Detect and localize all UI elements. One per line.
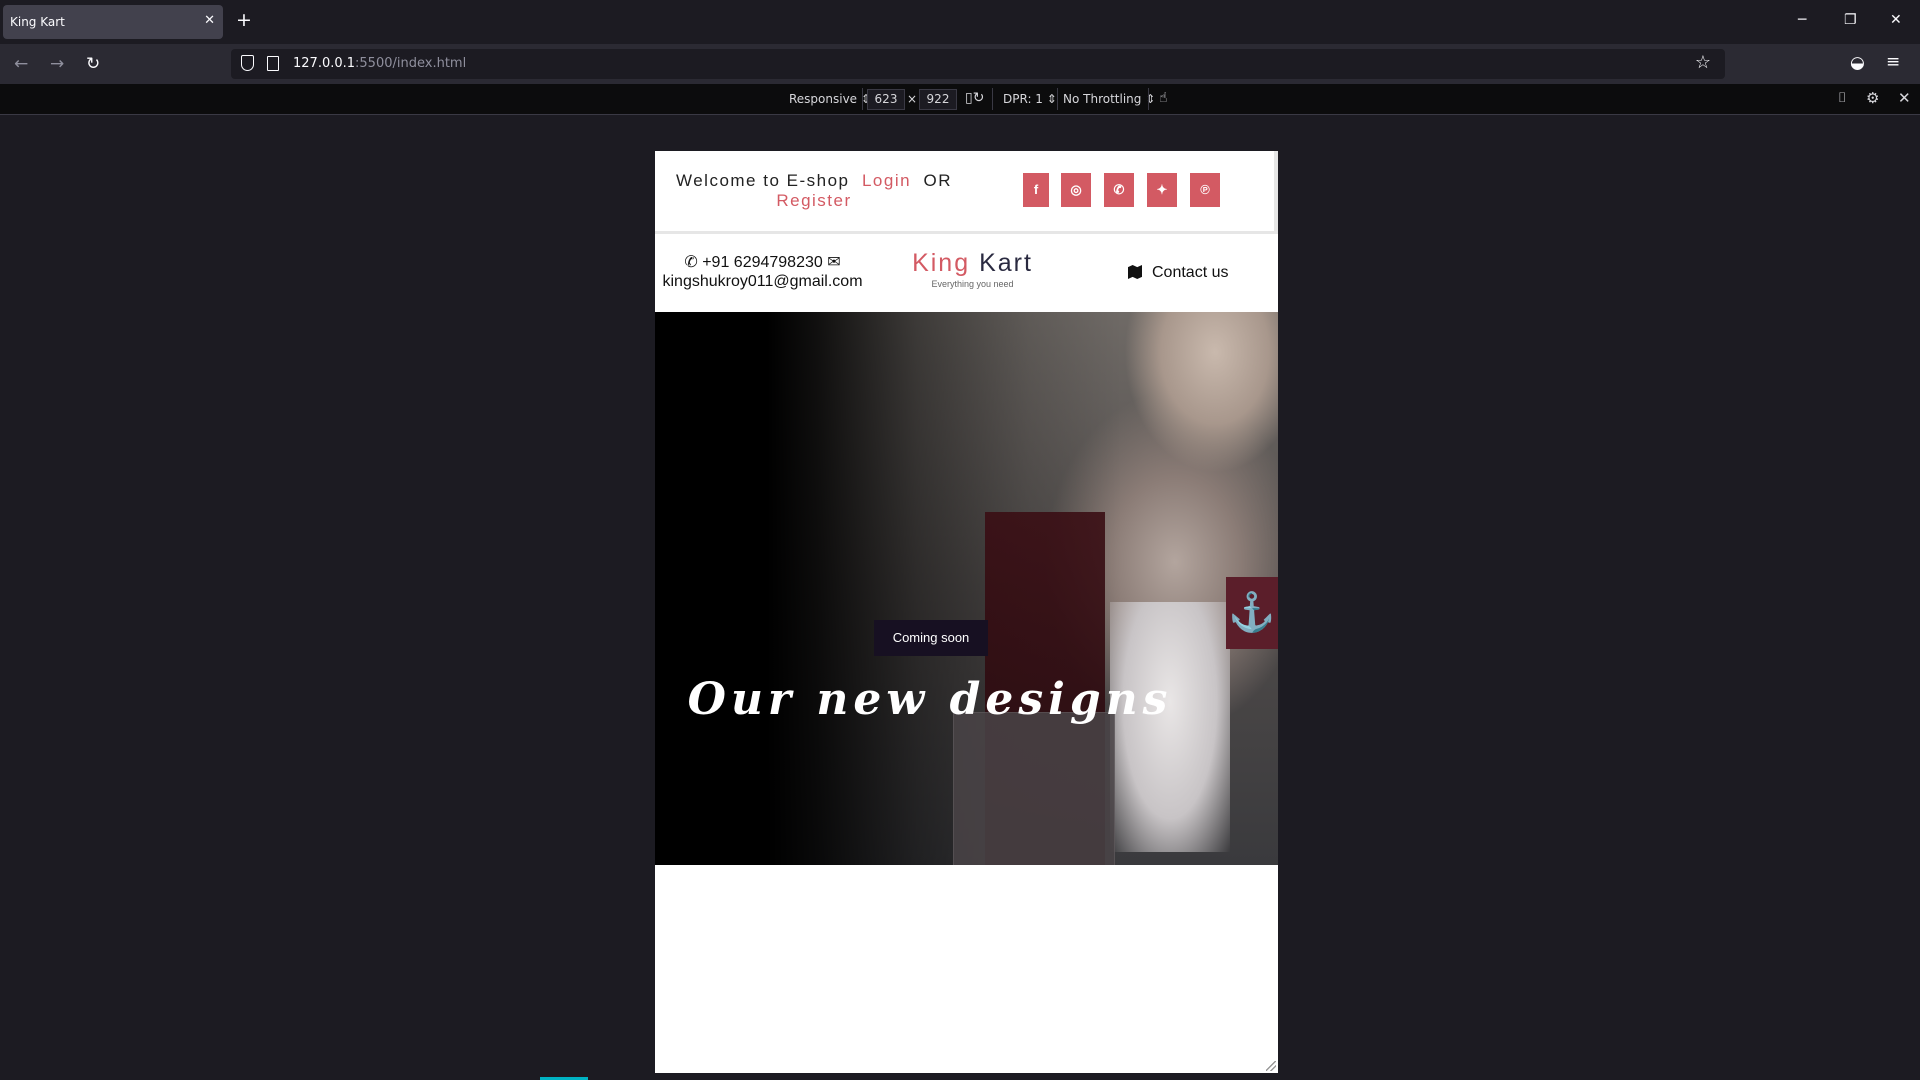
back-icon[interactable]: ←: [14, 54, 28, 74]
phone-icon: ✆: [684, 254, 698, 271]
settings-gear-icon[interactable]: ⚙: [1866, 89, 1879, 107]
url-text[interactable]: 127.0.0.1:5500/index.html: [293, 56, 466, 71]
shield-icon[interactable]: [241, 55, 254, 71]
brand-first-word: King: [912, 249, 971, 277]
contact-us-link[interactable]: Contact us: [1128, 264, 1228, 282]
email-address: kingshukroy011@gmail.com: [662, 273, 863, 290]
rotate-icon[interactable]: ▯↻: [965, 90, 984, 106]
welcome-message: Welcome to E-shop Login OR Register: [669, 171, 959, 211]
viewport-width-input[interactable]: 623: [867, 89, 905, 110]
hero-photo-shopping-bag: [953, 712, 1115, 865]
anchor-icon[interactable]: ⚓: [1226, 577, 1278, 649]
pocket-icon[interactable]: ◒: [1850, 53, 1865, 73]
touch-simulation-icon[interactable]: ☝: [1159, 90, 1168, 106]
responsive-design-toolbar: Responsive ⇕ 623 × 922 ▯↻ DPR: 1 ⇕ No Th…: [0, 84, 1920, 115]
toolbar-divider: [1057, 88, 1058, 110]
screenshot-icon[interactable]: ⌷: [1838, 90, 1846, 106]
brand-logo[interactable]: King Kart Everything you need: [890, 248, 1055, 289]
device-selector[interactable]: Responsive ⇕: [789, 92, 871, 106]
login-link[interactable]: Login: [862, 171, 911, 190]
forward-icon[interactable]: →: [50, 54, 64, 74]
tab-close-icon[interactable]: ✕: [204, 13, 215, 28]
phone-number: +91 6294798230: [702, 254, 823, 271]
resize-handle[interactable]: [1266, 1061, 1276, 1071]
whatsapp-icon[interactable]: ✆: [1104, 173, 1134, 207]
coming-soon-badge: Coming soon: [874, 620, 988, 656]
minimize-icon[interactable]: ─: [1798, 12, 1806, 28]
dpr-selector[interactable]: DPR: 1 ⇕: [1003, 92, 1057, 106]
tab-king-kart[interactable]: King Kart ✕: [3, 5, 223, 39]
hero-banner: Coming soon Our new designs ⚓: [655, 312, 1278, 865]
toolbar-divider: [862, 88, 863, 110]
url-path: :5500/index.html: [355, 56, 467, 71]
contact-info: ✆ +91 6294798230 ✉ kingshukroy011@gmail.…: [655, 253, 870, 291]
brand-tagline: Everything you need: [931, 279, 1014, 289]
toolbar-divider: [992, 88, 993, 110]
top-bar: Welcome to E-shop Login OR Register f ◎ …: [655, 151, 1278, 234]
contact-us-label: Contact us: [1152, 264, 1229, 281]
reload-icon[interactable]: ↻: [86, 54, 100, 74]
twitter-icon[interactable]: ✦: [1147, 173, 1177, 207]
url-host: 127.0.0.1: [293, 56, 356, 71]
tab-title: King Kart: [10, 15, 65, 29]
page-icon[interactable]: [267, 56, 279, 71]
or-text: OR: [923, 171, 953, 190]
mail-icon: ✉: [827, 254, 841, 271]
bookmark-star-icon[interactable]: ☆: [1695, 52, 1711, 73]
menu-icon[interactable]: ≡: [1886, 52, 1900, 72]
register-link[interactable]: Register: [776, 191, 851, 210]
window-close-icon[interactable]: ✕: [1890, 12, 1902, 28]
throttling-selector[interactable]: No Throttling ⇕: [1063, 92, 1155, 106]
navigation-toolbar: ← → ↻ 127.0.0.1:5500/index.html ☆ ◒ ≡: [0, 44, 1920, 84]
page-viewport: Welcome to E-shop Login OR Register f ◎ …: [655, 151, 1278, 1073]
facebook-icon[interactable]: f: [1023, 173, 1049, 207]
new-tab-button[interactable]: +: [236, 10, 252, 30]
url-bar[interactable]: 127.0.0.1:5500/index.html ☆: [231, 49, 1725, 79]
welcome-text: Welcome to E-shop: [675, 171, 850, 190]
map-icon: [1128, 265, 1142, 279]
dimension-separator: ×: [907, 92, 918, 106]
toolbar-divider: [1148, 88, 1149, 110]
tab-strip: King Kart ✕ + ─ ❐ ✕: [0, 0, 1920, 44]
pinterest-icon[interactable]: ℗: [1190, 173, 1220, 207]
hero-photo-lace: [1110, 602, 1230, 852]
hero-headline: Our new designs: [687, 674, 1173, 725]
instagram-icon[interactable]: ◎: [1061, 173, 1091, 207]
restore-icon[interactable]: ❐: [1844, 12, 1857, 28]
brand-name: King Kart: [890, 248, 1055, 278]
contact-and-brand-bar: ✆ +91 6294798230 ✉ kingshukroy011@gmail.…: [655, 234, 1278, 312]
close-rdm-icon[interactable]: ✕: [1898, 89, 1911, 107]
viewport-height-input[interactable]: 922: [919, 89, 957, 110]
brand-second-word: Kart: [979, 249, 1033, 277]
